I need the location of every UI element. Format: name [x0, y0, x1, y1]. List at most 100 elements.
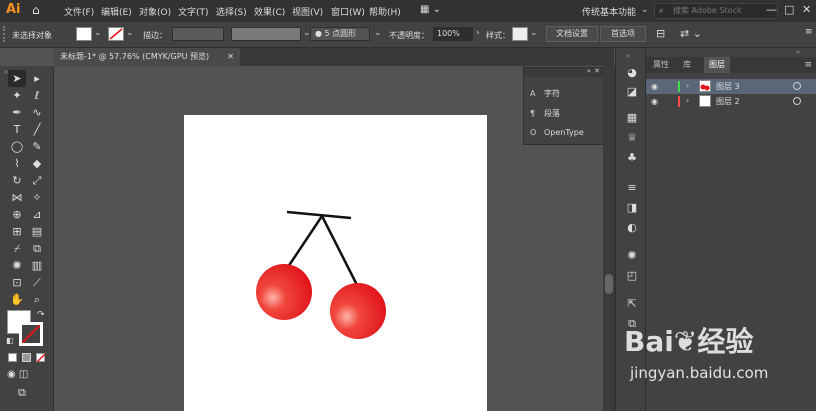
tab-libraries[interactable]: 库 [678, 57, 696, 73]
graphic-styles-icon[interactable]: ◰ [624, 268, 640, 284]
arrange-documents-icon[interactable]: ▦ ⌄ [420, 4, 441, 15]
gradient-tool-icon[interactable]: ▤ [28, 223, 46, 240]
opentype-panel-item[interactable]: O OpenType [530, 128, 584, 137]
type-tool-icon[interactable]: T [8, 121, 26, 138]
menu-type[interactable]: 文字(T) [178, 5, 209, 18]
stroke-panel-icon[interactable]: ≡ [624, 180, 640, 196]
minimize-icon[interactable]: — [766, 3, 777, 16]
paragraph-panel-item[interactable]: ¶ 段落 [530, 108, 560, 119]
menu-object[interactable]: 对象(O) [139, 5, 171, 18]
stroke-color-icon[interactable] [19, 322, 43, 346]
swatches-panel-icon[interactable]: ▦ [624, 110, 640, 126]
puppet-warp-tool-icon[interactable]: ✧ [28, 189, 46, 206]
cherry-stem-right[interactable] [320, 215, 359, 286]
vertical-scrollbar[interactable] [603, 66, 615, 411]
layer-row-2[interactable]: ◉ › 图层 2 [646, 94, 816, 109]
none-mode-icon[interactable] [36, 353, 45, 362]
rotate-tool-icon[interactable]: ↻ [8, 172, 26, 189]
magic-wand-tool-icon[interactable]: ✦ [8, 87, 26, 104]
panel-close-icon[interactable]: ✕ [594, 67, 600, 75]
shape-builder-tool-icon[interactable]: ⊕ [8, 206, 26, 223]
menu-select[interactable]: 选择(S) [216, 5, 247, 18]
stroke-swatch[interactable] [108, 27, 124, 41]
grip-handle[interactable] [3, 26, 5, 42]
character-panel-item[interactable]: A 字符 [530, 88, 560, 99]
gradient-mode-icon[interactable] [22, 353, 31, 362]
cherry-artwork[interactable] [184, 115, 487, 411]
panel-collapse-icon[interactable]: » [587, 67, 591, 75]
home-icon[interactable]: ⌂ [32, 3, 40, 17]
curvature-tool-icon[interactable]: ∿ [28, 104, 46, 121]
control-menu-icon[interactable]: ≡ [805, 27, 813, 37]
brushes-panel-icon[interactable]: ♕ [624, 130, 640, 146]
export-panel-icon[interactable]: ⇱ [624, 296, 640, 312]
brush-definition[interactable]: ● 5 点圆形 [310, 27, 370, 41]
document-setup-button[interactable]: 文档设置 [546, 26, 598, 42]
artboard-tool-icon[interactable]: ⊡ [8, 274, 26, 291]
panel-header[interactable]: » ✕ [524, 67, 603, 77]
transparency-panel-icon[interactable]: ◐ [624, 220, 640, 236]
scale-tool-icon[interactable]: ⤢ [28, 172, 46, 189]
zoom-tool-icon[interactable]: ⌕ [28, 291, 46, 308]
column-graph-tool-icon[interactable]: ▥ [28, 257, 46, 274]
target-circle-icon[interactable] [793, 97, 801, 105]
line-tool-icon[interactable]: ╱ [28, 121, 46, 138]
menu-help[interactable]: 帮助(H) [369, 5, 401, 18]
cherry-stem-top[interactable] [286, 210, 352, 220]
strip-collapse-icon[interactable]: « [626, 52, 630, 60]
cherry-stem-left[interactable] [286, 215, 324, 268]
color-mode-icon[interactable] [8, 353, 17, 362]
pen-tool-icon[interactable]: ✒ [8, 104, 26, 121]
layer-row-3[interactable]: ◉ › 图层 3 [646, 79, 816, 94]
tab-layers[interactable]: 图层 [704, 57, 730, 73]
direct-selection-tool-icon[interactable]: ▸ [28, 70, 46, 87]
menu-effect[interactable]: 效果(C) [254, 5, 285, 18]
drawing-mode-icon[interactable]: ◉ ◫ [7, 369, 28, 380]
visibility-eye-icon[interactable]: ◉ [651, 82, 658, 91]
brush-dropdown-icon[interactable]: ⌄ [374, 28, 382, 38]
stock-search-input[interactable]: ⌕ 搜索 Adobe Stock [654, 3, 778, 19]
hand-tool-icon[interactable]: ✋ [8, 291, 26, 308]
gradient-panel-icon[interactable]: ◨ [624, 200, 640, 216]
color-panel-icon[interactable]: ◕ [624, 65, 640, 81]
layers-menu-icon[interactable]: ≡ [804, 60, 812, 70]
visibility-eye-icon[interactable]: ◉ [651, 97, 658, 106]
align-icon[interactable]: ⊟ [656, 27, 665, 40]
lasso-tool-icon[interactable]: ℓ [28, 87, 46, 104]
style-dropdown-icon[interactable]: ⌄ [530, 28, 538, 38]
slice-tool-icon[interactable]: ⟋ [28, 274, 46, 291]
scrollbar-thumb[interactable] [605, 274, 613, 294]
opacity-input[interactable]: 100% [433, 27, 473, 41]
panel-menu-icon[interactable]: ⇄ ⌄ [680, 27, 702, 40]
expand-chevron-icon[interactable]: › [686, 81, 689, 90]
stroke-weight-field[interactable] [172, 27, 224, 41]
appearance-panel-icon[interactable]: ✺ [624, 248, 640, 264]
menu-edit[interactable]: 编辑(E) [101, 5, 132, 18]
fill-swatch[interactable] [76, 27, 92, 41]
mesh-tool-icon[interactable]: ⊞ [8, 223, 26, 240]
variable-width-profile[interactable] [231, 27, 301, 41]
opacity-arrow-icon[interactable]: › [476, 28, 480, 38]
perspective-grid-tool-icon[interactable]: ⊿ [28, 206, 46, 223]
chevron-down-icon[interactable]: ⌄ [641, 5, 649, 15]
fill-dropdown-icon[interactable]: ⌄ [94, 28, 102, 38]
symbol-sprayer-tool-icon[interactable]: ✺ [8, 257, 26, 274]
selection-tool-icon[interactable]: ➤ [8, 70, 26, 87]
menu-window[interactable]: 窗口(W) [331, 5, 365, 18]
color-guide-icon[interactable]: ◪ [624, 84, 640, 100]
expand-chevron-icon[interactable]: › [686, 96, 689, 105]
layers-collapse-icon[interactable]: » [796, 48, 800, 56]
ellipse-tool-icon[interactable]: ◯ [8, 138, 26, 155]
eraser-tool-icon[interactable]: ◆ [28, 155, 46, 172]
close-icon[interactable]: ✕ [802, 3, 811, 16]
blend-tool-icon[interactable]: ⧉ [28, 240, 46, 257]
document-tab[interactable]: 未标题-1* @ 57.76% (CMYK/GPU 预览) ✕ [54, 48, 240, 66]
width-tool-icon[interactable]: ⋈ [8, 189, 26, 206]
maximize-icon[interactable]: □ [784, 3, 794, 16]
default-colors-icon[interactable]: ◧ [6, 336, 14, 345]
menu-view[interactable]: 视图(V) [292, 5, 323, 18]
menu-file[interactable]: 文件(F) [64, 5, 94, 18]
cherry-left[interactable] [256, 264, 312, 320]
symbols-panel-icon[interactable]: ♣ [624, 150, 640, 166]
screen-mode-icon[interactable]: ⧉ [18, 386, 26, 400]
